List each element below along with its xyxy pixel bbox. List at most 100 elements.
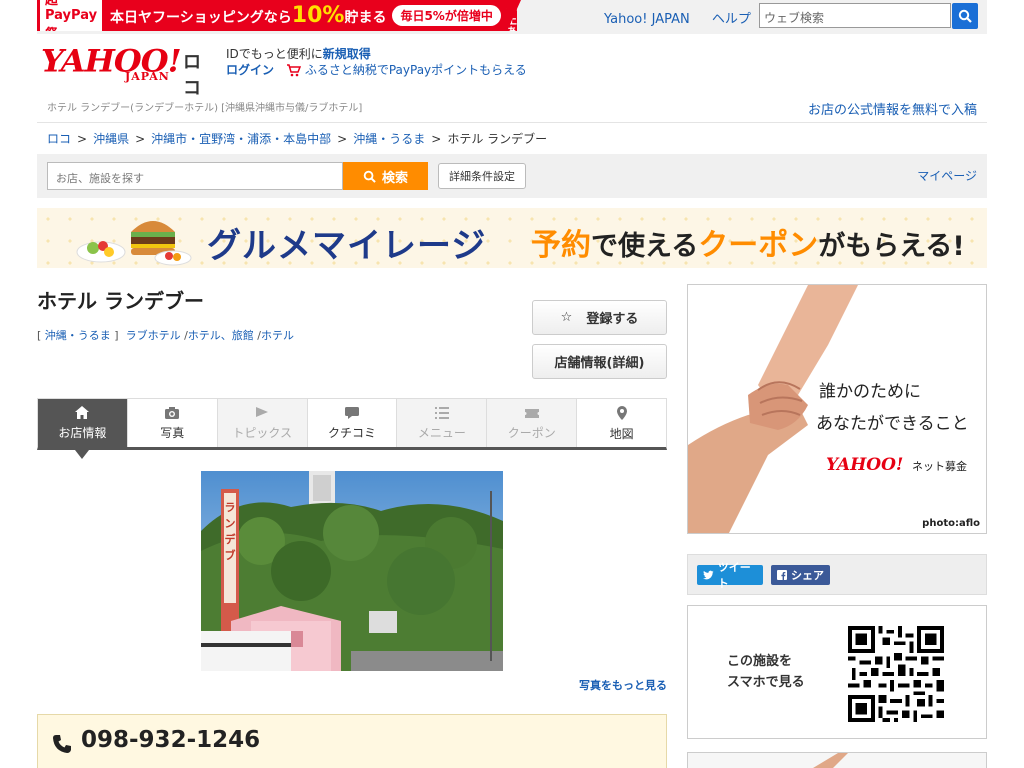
divider bbox=[37, 122, 987, 123]
star-icon: ☆ bbox=[560, 310, 573, 325]
tweet-button-label: ツイート bbox=[717, 561, 751, 590]
tab-photos[interactable]: 写真 bbox=[128, 399, 218, 447]
twitter-bird-icon bbox=[703, 570, 714, 580]
web-search-button[interactable] bbox=[952, 3, 978, 29]
search-icon bbox=[363, 170, 376, 183]
qr-label: この施設を スマホで見る bbox=[727, 654, 805, 690]
qr-code-icon bbox=[848, 626, 944, 722]
tab-label: クーポン bbox=[507, 425, 556, 440]
phone-box: 098-932-1246 bbox=[37, 714, 667, 768]
shop-search-area: お店、施設を探す 検索 詳細条件設定 マイページ bbox=[37, 154, 987, 198]
breadcrumb-item-okinawa-city[interactable]: 沖縄市・宜野湾・浦添・本島中部 bbox=[151, 132, 331, 146]
sign-char: ン bbox=[225, 517, 236, 530]
facebook-icon bbox=[777, 570, 787, 580]
shop-tabs: お店情報 写真 トピックス クチコミ メニュー クーポン 地図 bbox=[37, 398, 667, 459]
meta-line: ホテル ランデブー(ランデブーホテル) [沖縄県沖縄市与儀/ラブホテル] bbox=[47, 103, 363, 114]
ad-service-name: ネット募金 bbox=[912, 460, 967, 473]
tab-topics: トピックス bbox=[217, 399, 308, 447]
login-line: ログイン ふるさと納税でPayPayポイントもらえる bbox=[226, 62, 527, 78]
free-info-link[interactable]: お店の公式情報を無料で入稿 bbox=[808, 99, 977, 118]
promo-banner[interactable]: 超PayPay祭 本日ヤフーショッピングなら10%貯まる 毎日5%が倍増中 ※条… bbox=[37, 0, 517, 31]
breadcrumb-separator: > bbox=[431, 132, 442, 146]
share-bar: ツイート シェア bbox=[687, 554, 987, 595]
shop-title: ホテル ランデブー bbox=[37, 289, 204, 313]
tab-label: クチコミ bbox=[328, 425, 377, 440]
ad-copy-line2: あなたができること bbox=[816, 414, 969, 434]
category-link[interactable]: ホテル bbox=[261, 329, 294, 342]
more-photos-link[interactable]: 写真をもっと見る bbox=[579, 677, 667, 693]
tab-menu: メニュー bbox=[397, 399, 488, 447]
category-area-link[interactable]: 沖縄・うるま bbox=[45, 329, 111, 342]
tab-label: トピックス bbox=[232, 425, 292, 440]
tab-reviews[interactable]: クチコミ bbox=[308, 399, 398, 447]
shop-categories: [ 沖縄・うるま ] ラブホテル /ホテル、旅館 /ホテル bbox=[37, 329, 294, 342]
shop-detail-button[interactable]: 店舗情報(詳細) bbox=[532, 344, 667, 379]
facebook-share-label: シェア bbox=[791, 569, 824, 582]
tab-label: 地図 bbox=[609, 426, 634, 441]
banner-subtitle: 予約で使えるクーポンがもらえる! bbox=[531, 228, 965, 263]
category-link[interactable]: ホテル、旅館 bbox=[188, 329, 254, 342]
search-icon bbox=[958, 9, 972, 23]
id-text: IDでもっと便利に bbox=[226, 47, 323, 61]
top-links: Yahoo! JAPAN ヘルプ bbox=[604, 8, 769, 27]
tab-shop-info[interactable]: お店情報 bbox=[38, 399, 128, 459]
tab-label: お店情報 bbox=[58, 426, 107, 440]
breadcrumb-item-okinawa-uruma[interactable]: 沖縄・うるま bbox=[353, 132, 425, 146]
breadcrumb-separator: > bbox=[135, 132, 146, 146]
cart-icon bbox=[286, 64, 301, 77]
banner-title: グルメマイレージ bbox=[207, 226, 487, 266]
help-link[interactable]: ヘルプ bbox=[712, 12, 751, 27]
hotel-exterior-photo: ラ ン デ ブ bbox=[201, 471, 503, 671]
category-link[interactable]: ラブホテル bbox=[126, 329, 181, 342]
top-bar: 超PayPay祭 本日ヤフーショッピングなら10%貯まる 毎日5%が倍増中 ※条… bbox=[37, 0, 987, 34]
sign-char: ラ bbox=[225, 501, 236, 514]
facebook-share-button[interactable]: シェア bbox=[771, 565, 830, 585]
loco-service-name: ロコ bbox=[183, 52, 201, 99]
shop-search-input[interactable]: お店、施設を探す bbox=[47, 162, 343, 190]
phone-number[interactable]: 098-932-1246 bbox=[81, 727, 260, 753]
yahoo-japan-link[interactable]: Yahoo! JAPAN bbox=[604, 12, 690, 27]
map-pin-icon bbox=[616, 405, 627, 420]
shop-search-button[interactable]: 検索 bbox=[343, 162, 428, 190]
furusato-link[interactable]: ふるさと納税でPayPayポイントもらえる bbox=[305, 63, 527, 77]
register-button-label: 登録する bbox=[586, 312, 639, 327]
burger-illustration-icon bbox=[76, 221, 192, 266]
promo-logo: 超PayPay祭 bbox=[40, 0, 103, 31]
shop-photo[interactable]: ラ ン デ ブ bbox=[201, 471, 503, 671]
list-icon bbox=[434, 406, 449, 419]
login-link[interactable]: ログイン bbox=[226, 63, 274, 77]
tab-map[interactable]: 地図 bbox=[577, 399, 666, 447]
promo-pill: 毎日5%が倍増中 bbox=[392, 5, 501, 26]
gourmet-mileage-banner[interactable]: グルメマイレージ 予約で使えるクーポンがもらえる! bbox=[37, 208, 987, 268]
yahoo-loco-logo[interactable]: YAHOO! JAPAN ロコ bbox=[41, 46, 216, 99]
ad-copy-line1: 誰かのために bbox=[819, 382, 921, 402]
breadcrumb-item-okinawa-pref[interactable]: 沖縄県 bbox=[93, 132, 129, 146]
breadcrumb-item-current: ホテル ランデブー bbox=[447, 132, 548, 146]
yahoo-donation-ad[interactable]: 誰かのために あなたができること YAHOO! ネット募金 photo:aflo bbox=[687, 284, 987, 534]
partial-ad-graphic bbox=[813, 753, 848, 768]
breadcrumb-item-loco[interactable]: ロコ bbox=[47, 132, 71, 146]
sign-char: ブ bbox=[225, 548, 236, 562]
shop-search-button-label: 検索 bbox=[381, 170, 408, 186]
id-line: IDでもっと便利に新規取得 bbox=[226, 46, 371, 62]
camera-icon bbox=[165, 406, 180, 419]
flag-icon bbox=[256, 406, 269, 417]
tab-label: メニュー bbox=[417, 425, 466, 440]
phone-icon bbox=[53, 735, 71, 753]
speech-bubble-icon bbox=[345, 406, 359, 419]
breadcrumb-separator: > bbox=[77, 132, 88, 146]
web-search-input[interactable]: ウェブ検索 bbox=[759, 3, 951, 28]
advanced-search-button[interactable]: 詳細条件設定 bbox=[438, 163, 526, 189]
register-button[interactable]: ☆ 登録する bbox=[532, 300, 667, 335]
yahoo-logo-japan: JAPAN bbox=[125, 70, 170, 83]
tab-label: 写真 bbox=[160, 425, 185, 440]
promo-tail bbox=[507, 0, 521, 31]
breadcrumb: ロコ > 沖縄県 > 沖縄市・宜野湾・浦添・本島中部 > 沖縄・うるま > ホテル ランデブー bbox=[47, 130, 547, 147]
breadcrumb-separator: > bbox=[337, 132, 348, 146]
ad-yahoo-logo: YAHOO! bbox=[826, 455, 904, 475]
tweet-button[interactable]: ツイート bbox=[697, 561, 763, 590]
sign-char: デ bbox=[225, 532, 237, 546]
register-link[interactable]: 新規取得 bbox=[323, 47, 371, 61]
mypage-link[interactable]: マイページ bbox=[917, 167, 977, 184]
tab-coupon: クーポン bbox=[487, 399, 578, 447]
